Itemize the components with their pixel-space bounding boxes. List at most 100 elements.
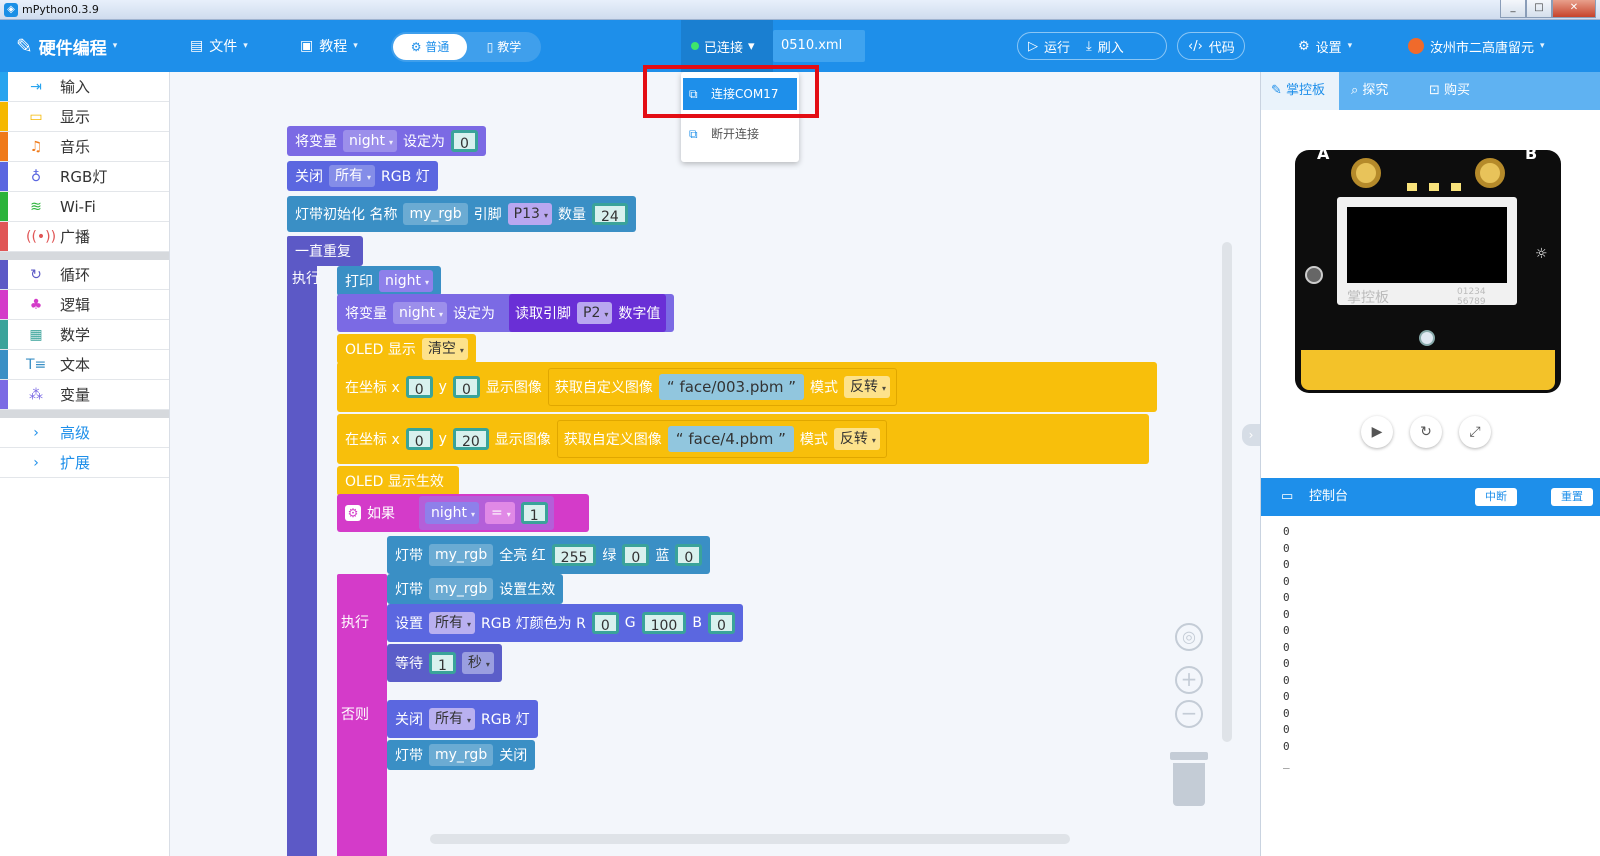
interrupt-button[interactable]: 中断 (1475, 488, 1517, 506)
close-rgb-block-2[interactable]: 关闭 所有 ▾ RGB 灯 (387, 700, 538, 738)
green-input[interactable]: 0 (622, 544, 650, 566)
close-window-button[interactable]: ✕ (1552, 0, 1596, 18)
sidebar-item-extensions[interactable]: › 扩展 (0, 448, 169, 478)
get-image-block[interactable]: 获取自定义图像 “ face/4.pbm ” 模式 反转 ▾ (556, 420, 887, 458)
b-input[interactable]: 0 (707, 612, 735, 634)
zoom-out-icon[interactable]: − (1175, 700, 1203, 728)
mode-dropdown[interactable]: 反转 ▾ (844, 376, 891, 398)
tab-buy[interactable]: ⊡ 购买 (1419, 72, 1497, 110)
sidebar-item-input[interactable]: ⇥ 输入 (0, 72, 169, 102)
settings-menu[interactable]: ⚙ 设置 ▾ (1298, 20, 1352, 72)
run-button[interactable]: 运行 (1044, 37, 1070, 56)
read-pin-block[interactable]: 读取引脚 P2 ▾ 数字值 (509, 294, 667, 332)
image-path-string[interactable]: “ face/4.pbm ” (667, 426, 794, 452)
sidebar-item-broadcast[interactable]: ((•)) 广播 (0, 222, 169, 252)
mode-normal-button[interactable]: ⚙ 普通 (393, 34, 467, 60)
x-input[interactable]: 0 (405, 428, 433, 450)
rgb-target-dropdown[interactable]: 所有 ▾ (429, 708, 476, 730)
button-b-label[interactable]: B (1525, 144, 1537, 163)
horizontal-scrollbar[interactable] (430, 834, 1070, 844)
disconnect-option[interactable]: ⧉ 断开连接 (683, 118, 797, 150)
minimize-button[interactable]: _ (1500, 0, 1526, 18)
sidebar-item-wifi[interactable]: ≋ Wi-Fi (0, 192, 169, 222)
blue-input[interactable]: 0 (675, 544, 703, 566)
wait-block[interactable]: 等待 1 秒 ▾ (387, 644, 502, 682)
oled-mode-dropdown[interactable]: 清空 ▾ (421, 338, 468, 360)
zoom-in-icon[interactable]: + (1175, 666, 1203, 694)
recenter-icon[interactable]: ◎ (1175, 623, 1203, 651)
settings-gear-icon[interactable]: ⚙ (345, 505, 361, 521)
count-input[interactable]: 24 (591, 203, 628, 225)
pin-dropdown[interactable]: P2 ▾ (577, 302, 613, 324)
sidebar-item-logic[interactable]: ♣ 逻辑 (0, 290, 169, 320)
compare-value-input[interactable]: 1 (520, 502, 548, 524)
set-night-block[interactable]: 将变量 night ▾ 设定为 0 (287, 126, 486, 156)
strip-name-field[interactable]: my_rgb (403, 203, 468, 225)
tab-board[interactable]: ✎ 掌控板 (1261, 72, 1339, 110)
strip-apply-block[interactable]: 灯带 my_rgb 设置生效 (387, 574, 564, 604)
button-a-label[interactable]: A (1317, 144, 1329, 163)
image-path-string[interactable]: “ face/003.pbm ” (658, 374, 805, 400)
g-input[interactable]: 100 (641, 612, 687, 634)
tutorial-menu[interactable]: ▣ 教程 ▾ (300, 20, 358, 72)
oled-clear-block[interactable]: OLED 显示 清空 ▾ (337, 334, 476, 364)
app-brand[interactable]: ✎ 硬件编程 ▾ (16, 20, 117, 72)
show-image-block-2[interactable]: 在坐标 x 0 y 20 显示图像 获取自定义图像 “ face/4.pbm ”… (337, 414, 1149, 464)
set-night-read-block[interactable]: 将变量 night ▾ 设定为 读取引脚 P2 ▾ 数字值 (337, 294, 675, 332)
restart-icon[interactable]: ↻ (1410, 416, 1442, 448)
print-block[interactable]: 打印 night ▾ (337, 266, 442, 296)
flash-button[interactable]: 刷入 (1098, 37, 1124, 56)
mode-dropdown[interactable]: 反转 ▾ (833, 428, 880, 450)
block-workspace[interactable]: 将变量 night ▾ 设定为 0 关闭 所有 ▾ RGB 灯 灯带初始化 名称 m… (170, 72, 1260, 856)
strip-init-block[interactable]: 灯带初始化 名称 my_rgb 引脚 P13 ▾ 数量 24 (287, 196, 636, 232)
y-input[interactable]: 20 (452, 428, 489, 450)
forever-block[interactable]: 一直重复 (287, 236, 363, 266)
console-output[interactable]: 0 0 0 0 0 0 0 0 0 0 0 0 0 0 _ (1261, 516, 1600, 856)
sidebar-item-display[interactable]: ▭ 显示 (0, 102, 169, 132)
sidebar-item-text[interactable]: T≡ 文本 (0, 350, 169, 380)
fullscreen-icon[interactable]: ⤢ (1459, 416, 1491, 448)
get-image-block[interactable]: 获取自定义图像 “ face/003.pbm ” 模式 反转 ▾ (547, 368, 898, 406)
mode-teach-button[interactable]: ▯ 教学 (469, 34, 539, 60)
sidebar-item-rgb[interactable]: ♁ RGB灯 (0, 162, 169, 192)
sidebar-item-math[interactable]: ▦ 数学 (0, 320, 169, 350)
sidebar-item-advanced[interactable]: › 高级 (0, 418, 169, 448)
vertical-scrollbar[interactable] (1222, 242, 1232, 742)
rgb-target-dropdown[interactable]: 所有 ▾ (429, 612, 476, 634)
strip-name-field[interactable]: my_rgb (429, 578, 494, 600)
set-rgb-color-block[interactable]: 设置 所有 ▾ RGB 灯颜色为 R 0 G 100 B 0 (387, 604, 743, 642)
x-input[interactable]: 0 (405, 376, 433, 398)
close-rgb-block[interactable]: 关闭 所有 ▾ RGB 灯 (287, 161, 438, 191)
sidebar-item-variable[interactable]: ⁂ 变量 (0, 380, 169, 410)
operator-dropdown[interactable]: = ▾ (485, 502, 515, 524)
code-button[interactable]: ‹/› 代码 (1177, 32, 1245, 60)
if-block[interactable]: ⚙ 如果 night ▾ = ▾ 1 (337, 494, 589, 532)
strip-off-block[interactable]: 灯带 my_rgb 关闭 (387, 740, 536, 770)
strip-full-color-block[interactable]: 灯带 my_rgb 全亮 红 255 绿 0 蓝 0 (387, 536, 711, 574)
play-icon[interactable]: ▶ (1361, 416, 1393, 448)
y-input[interactable]: 0 (452, 376, 480, 398)
variable-dropdown[interactable]: night ▾ (343, 130, 398, 152)
rgb-target-dropdown[interactable]: 所有 ▾ (329, 165, 376, 187)
maximize-button[interactable]: □ (1526, 0, 1552, 18)
compare-block[interactable]: night ▾ = ▾ 1 (419, 496, 554, 530)
number-input[interactable]: 0 (451, 130, 478, 152)
oled-apply-block[interactable]: OLED 显示生效 (337, 466, 459, 496)
trash-icon[interactable] (1170, 752, 1208, 806)
show-image-block-1[interactable]: 在坐标 x 0 y 0 显示图像 获取自定义图像 “ face/003.pbm … (337, 362, 1157, 412)
tab-explore[interactable]: ⌕ 探究 (1341, 72, 1419, 110)
collapse-panel-handle[interactable]: › (1242, 424, 1260, 446)
variable-dropdown[interactable]: night ▾ (393, 302, 448, 324)
pin-dropdown[interactable]: P13 ▾ (507, 203, 552, 225)
unit-dropdown[interactable]: 秒 ▾ (461, 652, 494, 674)
red-input[interactable]: 255 (551, 544, 597, 566)
sidebar-item-loop[interactable]: ↻ 循环 (0, 260, 169, 290)
variable-dropdown[interactable]: night ▾ (425, 502, 480, 524)
strip-name-field[interactable]: my_rgb (429, 744, 494, 766)
r-input[interactable]: 0 (591, 612, 619, 634)
strip-name-field[interactable]: my_rgb (429, 544, 494, 566)
filename-field[interactable]: 0510.xml (773, 30, 865, 62)
sidebar-item-music[interactable]: ♫ 音乐 (0, 132, 169, 162)
user-menu[interactable]: 汝州市二高唐留元 ▾ (1408, 20, 1545, 72)
wait-input[interactable]: 1 (429, 652, 456, 674)
